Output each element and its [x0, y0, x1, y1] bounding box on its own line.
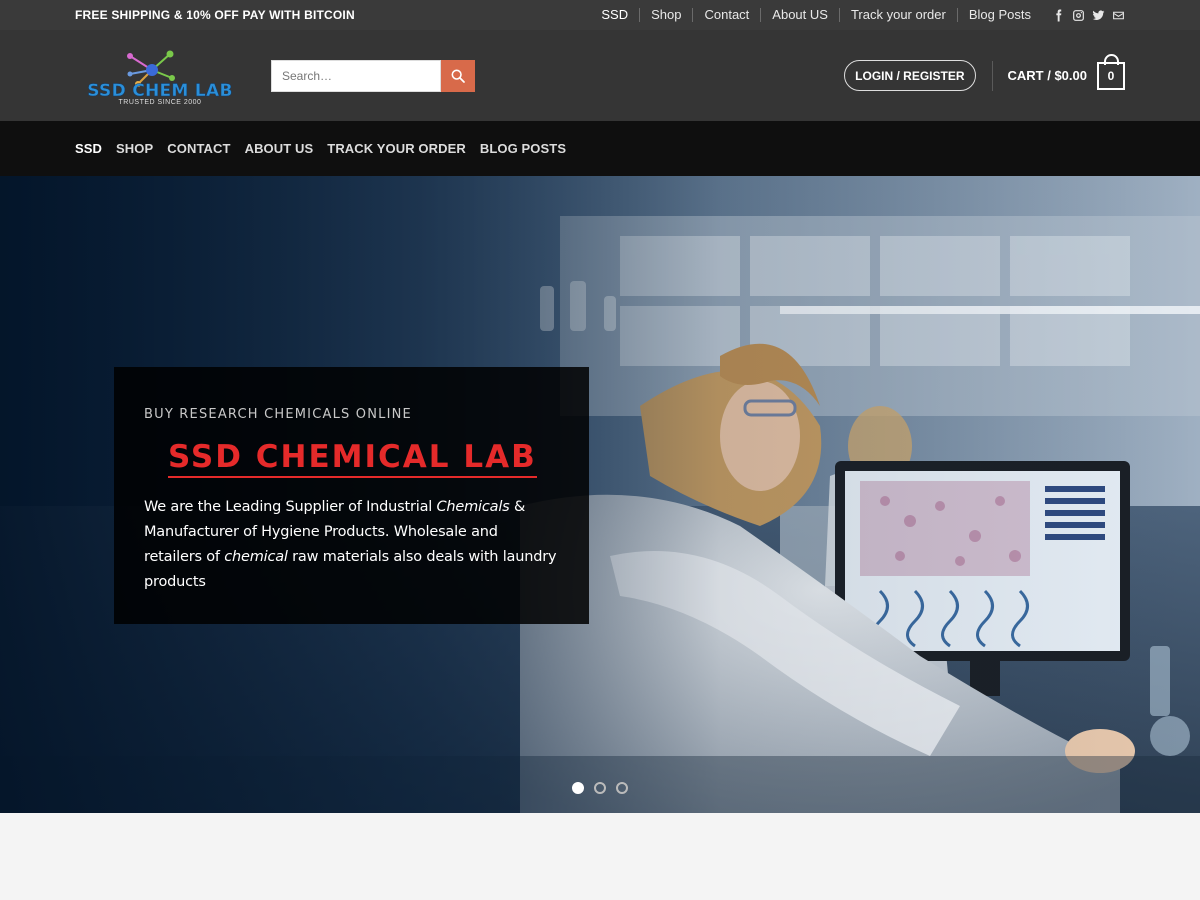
site-header: SSD CHEM LAB TRUSTED SINCE 2000 LOGIN / …: [0, 30, 1200, 121]
top-bar-right: SSD Shop Contact About US Track your ord…: [590, 0, 1125, 30]
content-area: [0, 813, 1200, 900]
hero-slider: BUY RESEARCH CHEMICALS ONLINE SSD CHEMIC…: [0, 176, 1200, 813]
top-nav-ssd[interactable]: SSD: [590, 8, 639, 22]
promo-text: FREE SHIPPING & 10% OFF PAY WITH BITCOIN: [75, 8, 355, 22]
cart-count-badge: 0: [1097, 54, 1125, 90]
search-button[interactable]: [441, 59, 475, 92]
slider-dot-2[interactable]: [594, 782, 606, 794]
top-nav-contact[interactable]: Contact: [692, 8, 760, 22]
main-nav-shop[interactable]: SHOP: [116, 141, 153, 156]
hero-title[interactable]: SSD CHEMICAL LAB: [168, 440, 537, 478]
hero-desc-emphasis-2: chemical: [224, 549, 288, 565]
search-input[interactable]: [271, 59, 441, 92]
main-nav-track-order[interactable]: TRACK YOUR ORDER: [327, 141, 466, 156]
hero-caption-box: BUY RESEARCH CHEMICALS ONLINE SSD CHEMIC…: [114, 367, 589, 624]
main-nav: SSD SHOP CONTACT ABOUT US TRACK YOUR ORD…: [0, 121, 1200, 176]
cart-count: 0: [1107, 69, 1115, 83]
social-links: [1052, 9, 1125, 22]
hero-description: We are the Leading Supplier of Industria…: [144, 495, 559, 595]
top-nav-track-order[interactable]: Track your order: [838, 8, 957, 22]
hero-desc-emphasis-1: Chemicals: [436, 499, 510, 515]
main-nav-ssd[interactable]: SSD: [75, 141, 102, 156]
hero-kicker: BUY RESEARCH CHEMICALS ONLINE: [144, 407, 412, 422]
email-icon[interactable]: [1112, 9, 1125, 22]
header-divider: [991, 60, 993, 91]
header-actions: LOGIN / REGISTER CART / $0.00 0: [844, 30, 1125, 121]
top-nav-about-us[interactable]: About US: [760, 8, 839, 22]
slider-dots: [572, 782, 628, 794]
search-form: [271, 59, 475, 92]
logo-text: SSD CHEM LAB: [87, 80, 233, 101]
instagram-icon[interactable]: [1072, 9, 1085, 22]
top-bar: FREE SHIPPING & 10% OFF PAY WITH BITCOIN…: [0, 0, 1200, 30]
main-nav-contact[interactable]: CONTACT: [167, 141, 230, 156]
cart-link[interactable]: CART / $0.00 0: [1007, 54, 1125, 90]
main-nav-blog-posts[interactable]: BLOG POSTS: [480, 141, 566, 156]
top-nav: SSD Shop Contact About US Track your ord…: [590, 8, 1042, 22]
search-icon: [451, 69, 465, 83]
slider-dot-3[interactable]: [616, 782, 628, 794]
top-nav-blog-posts[interactable]: Blog Posts: [956, 8, 1042, 22]
main-nav-about-us[interactable]: ABOUT US: [245, 141, 314, 156]
top-nav-shop[interactable]: Shop: [639, 8, 692, 22]
slider-dot-1[interactable]: [572, 782, 584, 794]
hero-desc-text-1: We are the Leading Supplier of Industria…: [144, 499, 437, 515]
login-register-button[interactable]: LOGIN / REGISTER: [844, 60, 976, 91]
site-logo[interactable]: SSD CHEM LAB TRUSTED SINCE 2000: [75, 36, 245, 116]
cart-total: CART / $0.00: [1007, 68, 1087, 83]
twitter-icon[interactable]: [1092, 9, 1105, 22]
facebook-icon[interactable]: [1052, 9, 1065, 22]
